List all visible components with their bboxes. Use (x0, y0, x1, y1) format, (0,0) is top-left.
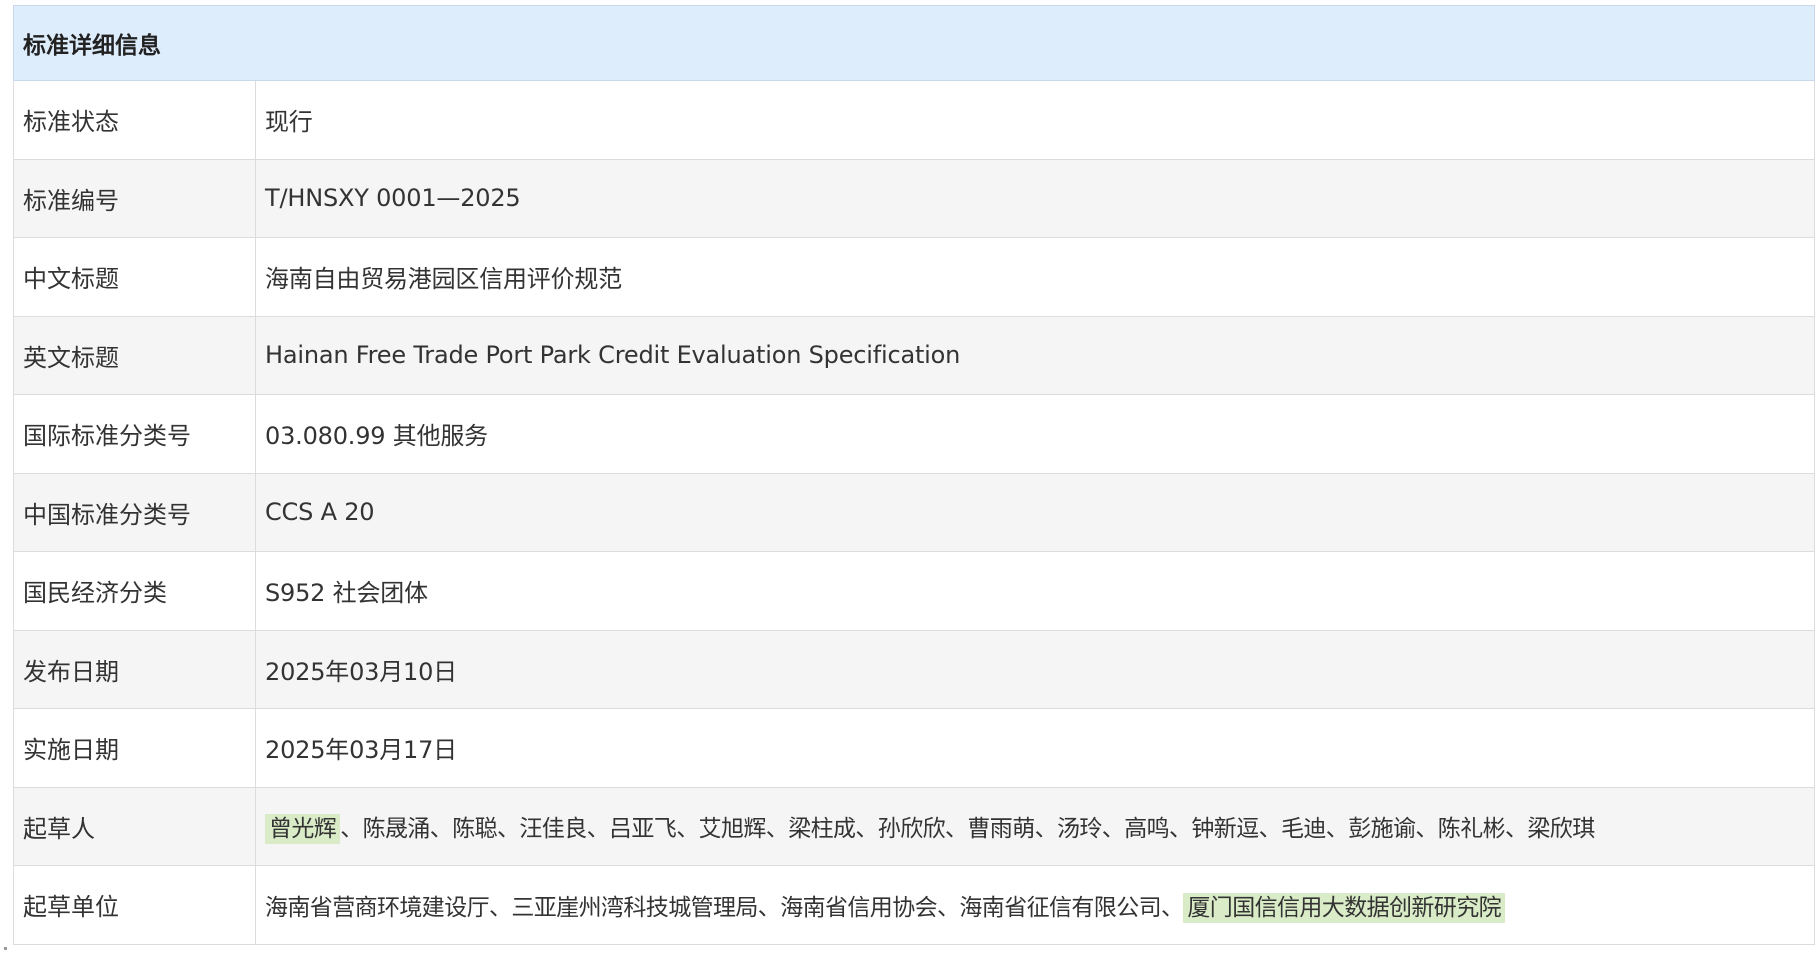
row-value: Hainan Free Trade Port Park Credit Evalu… (255, 315, 1815, 395)
row-label: 发布日期 (13, 629, 256, 709)
row-label: 国民经济分类 (13, 551, 256, 631)
row-label: 国际标准分类号 (13, 394, 256, 474)
corner-mark (4, 947, 7, 950)
row-label: 实施日期 (13, 708, 256, 788)
highlighted-drafting-unit: 厦门国信信用大数据创新研究院 (1183, 892, 1506, 923)
table-row-chinese-title: 中文标题 海南自由贸易港园区信用评价规范 (13, 237, 1815, 317)
row-label: 起草人 (13, 786, 256, 866)
table-row-ics: 国际标准分类号 03.080.99 其他服务 (13, 394, 1815, 474)
row-label: 中国标准分类号 (13, 472, 256, 552)
table-row-release-date: 发布日期 2025年03月10日 (13, 629, 1815, 709)
table-row-ccs: 中国标准分类号 CCS A 20 (13, 472, 1815, 552)
row-value: S952 社会团体 (255, 551, 1815, 631)
standard-detail-table: 标准详细信息 标准状态 现行 标准编号 T/HNSXY 0001—2025 中文… (13, 5, 1815, 945)
row-value: CCS A 20 (255, 472, 1815, 552)
table-row-english-title: 英文标题 Hainan Free Trade Port Park Credit … (13, 315, 1815, 395)
row-value: 海南自由贸易港园区信用评价规范 (255, 237, 1815, 317)
drafting-units-list: 海南省营商环境建设厅、三亚崖州湾科技城管理局、海南省信用协会、海南省征信有限公司… (265, 894, 1184, 921)
row-value: 2025年03月10日 (255, 629, 1815, 709)
row-value: T/HNSXY 0001—2025 (255, 158, 1815, 238)
row-value: 现行 (255, 80, 1815, 160)
row-label: 中文标题 (13, 237, 256, 317)
row-label: 起草单位 (13, 865, 256, 945)
table-row-standard-number: 标准编号 T/HNSXY 0001—2025 (13, 158, 1815, 238)
drafters-list: 、陈晟涌、陈聪、汪佳良、吕亚飞、艾旭辉、梁柱成、孙欣欣、曹雨萌、汤玲、高鸣、钟新… (340, 816, 1595, 843)
row-label: 标准编号 (13, 158, 256, 238)
table-header: 标准详细信息 (13, 5, 1815, 81)
row-value: 03.080.99 其他服务 (255, 394, 1815, 474)
table-row-drafting-units: 起草单位 海南省营商环境建设厅、三亚崖州湾科技城管理局、海南省信用协会、海南省征… (13, 865, 1815, 945)
table-row-status: 标准状态 现行 (13, 80, 1815, 160)
row-label: 标准状态 (13, 80, 256, 160)
table-row-implementation-date: 实施日期 2025年03月17日 (13, 708, 1815, 788)
row-label: 英文标题 (13, 315, 256, 395)
table-row-drafters: 起草人 曾光辉 、陈晟涌、陈聪、汪佳良、吕亚飞、艾旭辉、梁柱成、孙欣欣、曹雨萌、汤… (13, 786, 1815, 866)
drafting-units-value: 海南省营商环境建设厅、三亚崖州湾科技城管理局、海南省信用协会、海南省征信有限公司… (255, 865, 1815, 945)
highlighted-drafter: 曾光辉 (265, 814, 341, 845)
row-value: 2025年03月17日 (255, 708, 1815, 788)
table-header-row: 标准详细信息 (13, 5, 1815, 81)
drafters-value: 曾光辉 、陈晟涌、陈聪、汪佳良、吕亚飞、艾旭辉、梁柱成、孙欣欣、曹雨萌、汤玲、高鸣… (255, 786, 1815, 866)
table-row-economic-class: 国民经济分类 S952 社会团体 (13, 551, 1815, 631)
